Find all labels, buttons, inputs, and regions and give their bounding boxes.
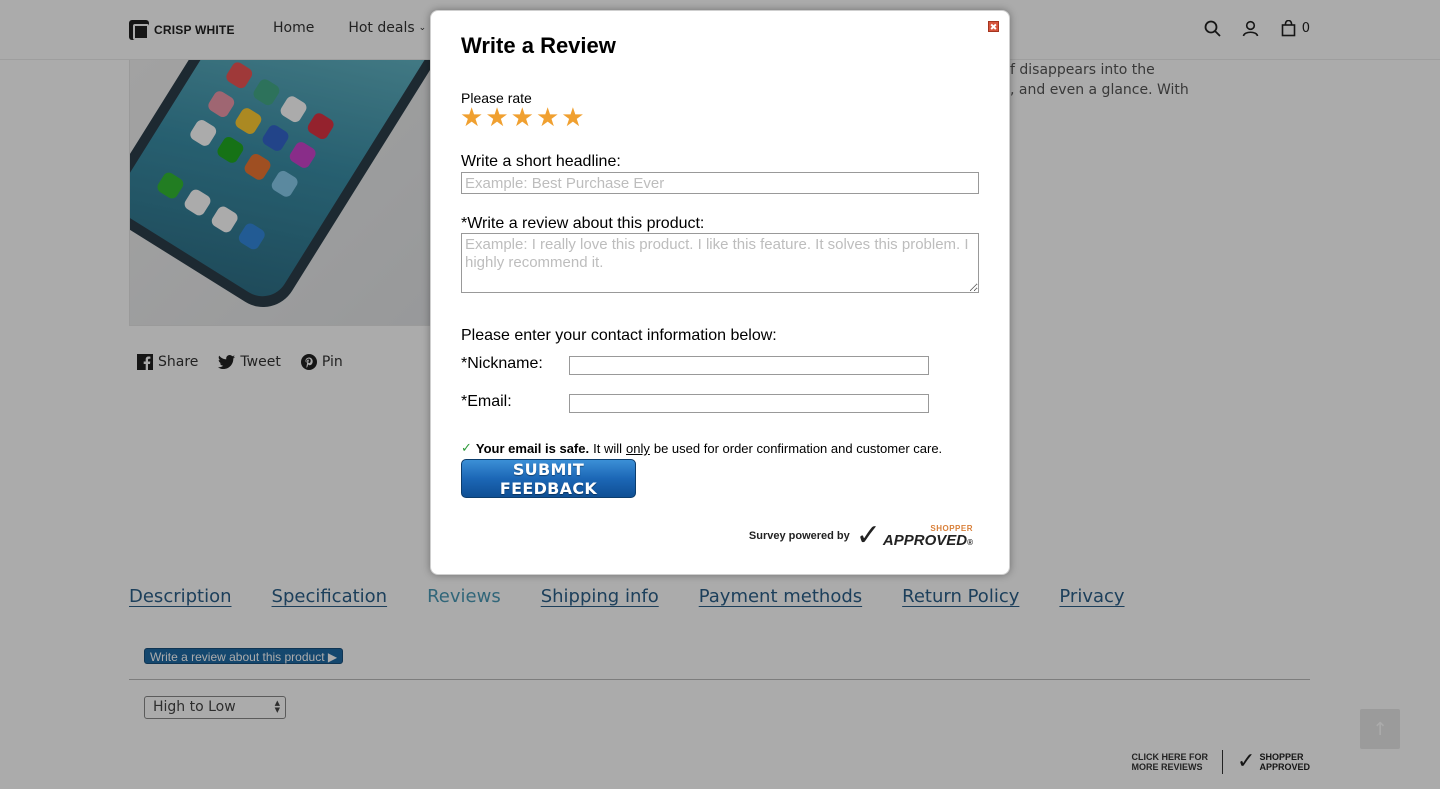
brand-big: APPROVED (882, 532, 968, 549)
modal-title: Write a Review (461, 33, 616, 58)
contact-label: Please enter your contact information be… (461, 327, 777, 344)
write-review-modal: ✖ Write a Review Please rate ★ ★ ★ ★ ★ W… (430, 10, 1010, 575)
star-icon-3[interactable]: ★ (511, 103, 534, 133)
headline-label: Write a short headline: (461, 153, 621, 170)
email-label: *Email: (461, 393, 512, 410)
submit-feedback-button[interactable]: SUBMIT FEEDBACK (461, 459, 636, 498)
star-icon-5[interactable]: ★ (561, 103, 584, 133)
safe-text: be used for order confirmation and custo… (653, 441, 943, 456)
nickname-input[interactable] (569, 356, 929, 375)
safe-bold-text: Your email is safe. (475, 441, 590, 456)
email-input[interactable] (569, 394, 929, 413)
shopper-approved-logo: ✓ SHOPPER APPROVED® (856, 521, 973, 551)
powered-label: Survey powered by (748, 530, 850, 542)
review-textarea[interactable] (461, 233, 979, 293)
safe-text: It will (593, 441, 622, 456)
headline-input[interactable] (461, 172, 979, 194)
review-label: *Write a review about this product: (461, 215, 705, 232)
star-icon-1[interactable]: ★ (460, 103, 483, 133)
star-rating: ★ ★ ★ ★ ★ (460, 103, 585, 133)
safe-only-text: only (626, 441, 650, 456)
star-icon-2[interactable]: ★ (485, 103, 508, 133)
shopper-approved-check-icon: ✓ (855, 518, 881, 553)
nickname-label: *Nickname: (461, 355, 543, 372)
star-icon-4[interactable]: ★ (536, 103, 559, 133)
registered-mark: ® (967, 538, 973, 547)
powered-by[interactable]: Survey powered by ✓ SHOPPER APPROVED® (749, 521, 973, 551)
email-safe-notice: ✓ Your email is safe. It will only be us… (461, 441, 942, 456)
checkmark-icon: ✓ (461, 441, 472, 456)
close-icon[interactable]: ✖ (988, 21, 999, 32)
